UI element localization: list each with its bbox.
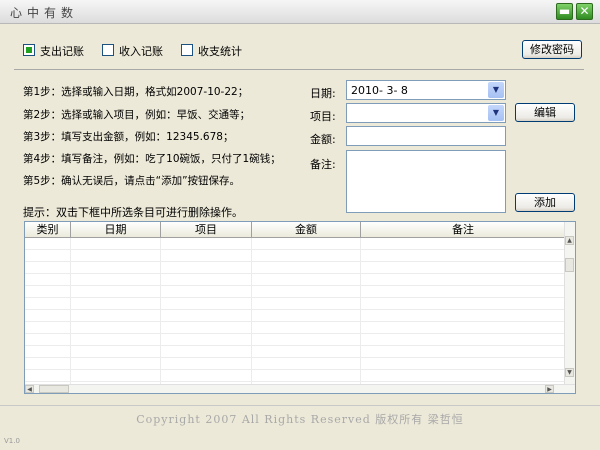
change-password-button[interactable]: 修改密码 xyxy=(522,40,582,59)
mode-income-label: 收入记账 xyxy=(119,45,163,58)
vertical-scrollbar[interactable]: ▲ ▼ xyxy=(564,222,575,386)
column-divider xyxy=(160,238,161,386)
instruction-step-5: 第5步：确认无误后，请点击“添加”按钮保存。 xyxy=(23,175,241,187)
column-divider xyxy=(70,238,71,386)
minimize-icon: ▬ xyxy=(558,4,571,18)
checkbox-checked-icon xyxy=(23,44,35,56)
table-row[interactable] xyxy=(25,238,565,250)
scroll-left-icon[interactable]: ◀ xyxy=(25,385,34,393)
column-header-date[interactable]: 日期 xyxy=(71,222,161,238)
mode-expense-label: 支出记账 xyxy=(40,45,84,58)
close-icon: ✕ xyxy=(579,4,590,18)
scroll-thumb[interactable] xyxy=(565,258,574,272)
scroll-thumb[interactable] xyxy=(39,385,69,393)
table-row[interactable] xyxy=(25,298,565,310)
records-table[interactable]: 类别 日期 项目 金额 备注 ▲ ▼ ◀ ▶ xyxy=(24,221,576,394)
table-row[interactable] xyxy=(25,358,565,370)
chevron-down-icon[interactable]: ▼ xyxy=(488,105,504,121)
title-bar[interactable]: 心中有数 ▬ ✕ xyxy=(0,0,600,24)
note-textarea[interactable] xyxy=(346,150,506,213)
checkbox-icon xyxy=(181,44,193,56)
copyright-text: Copyright 2007 All Rights Reserved 版权所有 … xyxy=(136,413,464,426)
date-label: 日期: xyxy=(310,87,336,100)
table-row[interactable] xyxy=(25,262,565,274)
instruction-step-4: 第4步：填写备注，例如：吃了10碗饭，只付了1碗钱； xyxy=(23,153,281,165)
instruction-step-1: 第1步：选择或输入日期，格式如2007-10-22； xyxy=(23,86,249,98)
table-row[interactable] xyxy=(25,370,565,382)
column-header-amount[interactable]: 金额 xyxy=(252,222,361,238)
divider xyxy=(14,69,584,70)
close-button[interactable]: ✕ xyxy=(576,3,593,20)
scroll-down-icon[interactable]: ▼ xyxy=(565,368,574,377)
column-header-category[interactable]: 类别 xyxy=(25,222,71,238)
table-row[interactable] xyxy=(25,310,565,322)
horizontal-scrollbar[interactable]: ◀ ▶ xyxy=(25,384,575,393)
window-title: 心中有数 xyxy=(10,6,79,20)
edit-button[interactable]: 编辑 xyxy=(515,103,575,122)
item-label: 项目: xyxy=(310,110,336,123)
table-row[interactable] xyxy=(25,274,565,286)
table-row[interactable] xyxy=(25,334,565,346)
amount-input[interactable] xyxy=(346,126,506,146)
mode-income-checkbox[interactable]: 收入记账 xyxy=(102,42,172,58)
date-select[interactable]: 2010- 3- 8 ▼ xyxy=(346,80,506,100)
column-divider xyxy=(251,238,252,386)
item-select[interactable]: ▼ xyxy=(346,103,506,123)
add-button[interactable]: 添加 xyxy=(515,193,575,212)
scroll-right-icon[interactable]: ▶ xyxy=(545,385,554,393)
minimize-button[interactable]: ▬ xyxy=(556,3,573,20)
version-label: V1.0 xyxy=(4,437,20,445)
date-value: 2010- 3- 8 xyxy=(351,84,408,97)
table-row[interactable] xyxy=(25,250,565,262)
column-header-note[interactable]: 备注 xyxy=(361,222,566,238)
instruction-step-2: 第2步：选择或输入项目，例如：早饭、交通等； xyxy=(23,109,251,121)
mode-stats-checkbox[interactable]: 收支统计 xyxy=(181,42,251,58)
mode-expense-checkbox[interactable]: 支出记账 xyxy=(23,42,93,58)
amount-label: 金额: xyxy=(310,133,336,146)
checkbox-icon xyxy=(102,44,114,56)
table-row[interactable] xyxy=(25,286,565,298)
hint-text: 提示：双击下框中所选条目可进行删除操作。 xyxy=(23,206,243,219)
footer-divider xyxy=(0,405,600,406)
instruction-step-3: 第3步：填写支出金额，例如：12345.678； xyxy=(23,131,234,143)
table-row[interactable] xyxy=(25,322,565,334)
scroll-up-icon[interactable]: ▲ xyxy=(565,236,574,245)
chevron-down-icon[interactable]: ▼ xyxy=(488,82,504,98)
note-label: 备注: xyxy=(310,158,336,171)
mode-stats-label: 收支统计 xyxy=(198,45,242,58)
table-row[interactable] xyxy=(25,346,565,358)
column-header-item[interactable]: 项目 xyxy=(161,222,252,238)
column-divider xyxy=(360,238,361,386)
